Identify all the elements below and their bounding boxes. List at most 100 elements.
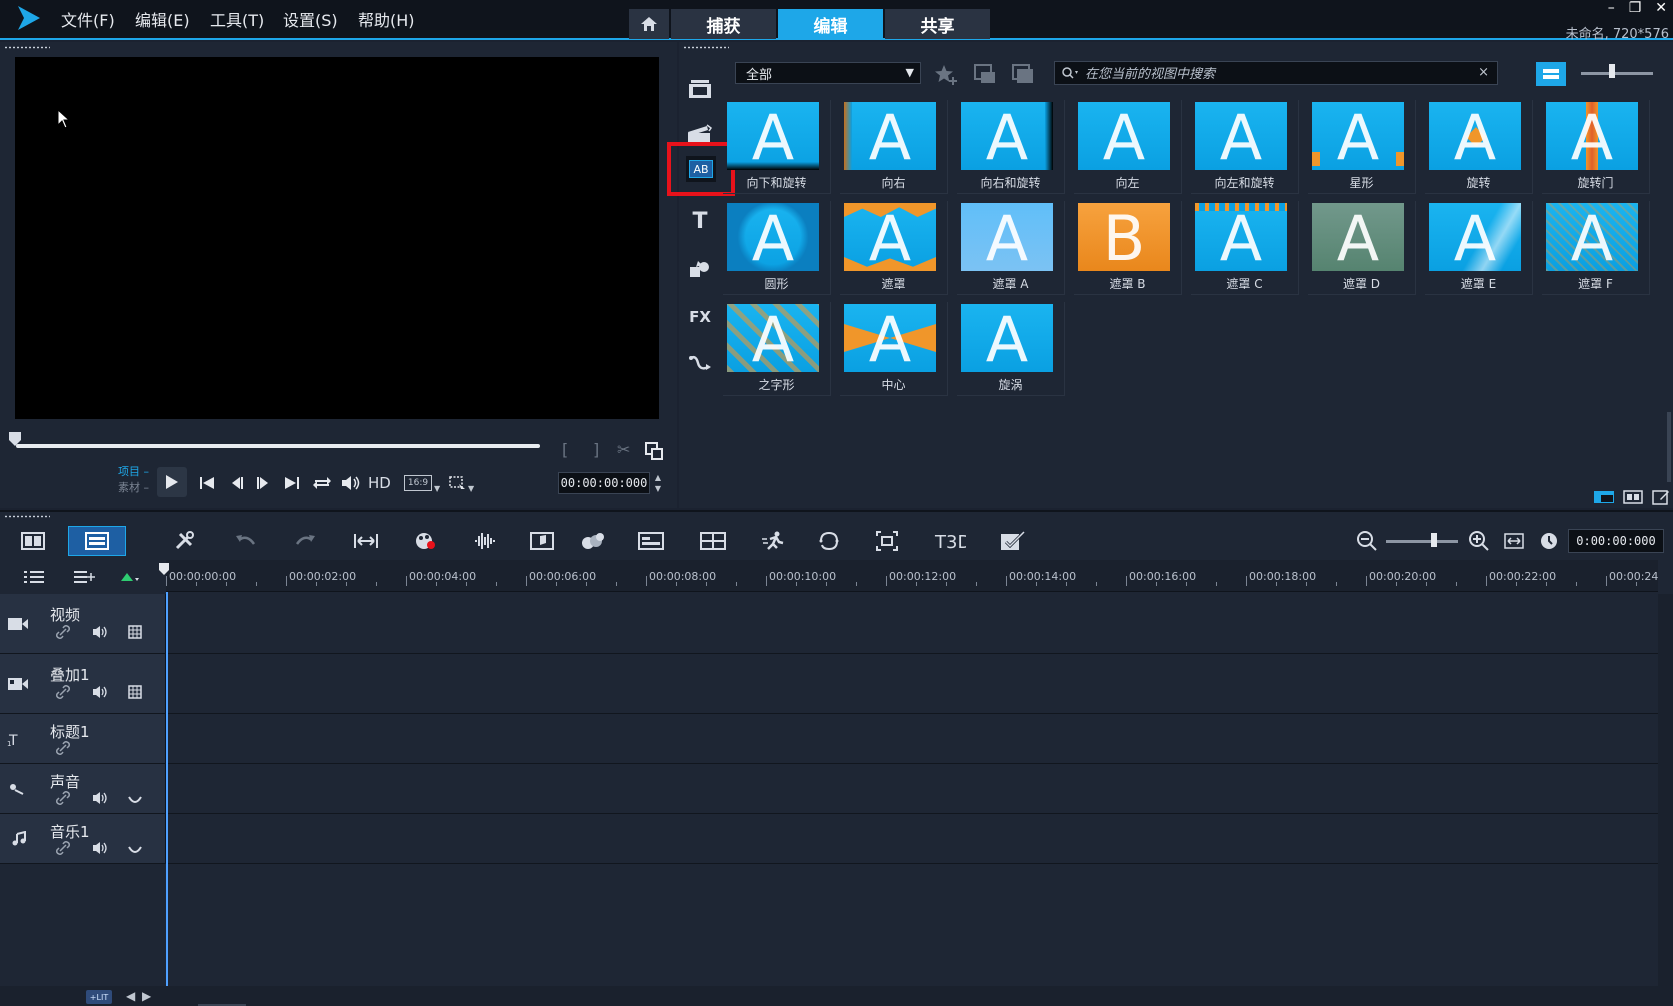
mark-in-button[interactable]: [ <box>562 440 568 459</box>
edit-options-button[interactable] <box>1649 488 1673 506</box>
track-transparency-icon[interactable] <box>126 624 144 640</box>
transition-thumbnail[interactable]: A 圆形 <box>723 201 831 295</box>
show-library-options-button[interactable] <box>1592 488 1616 506</box>
zoom-out-icon[interactable] <box>1356 530 1378 552</box>
motion-tracking-button[interactable] <box>578 528 608 554</box>
transition-thumbnail[interactable]: A 旋转 <box>1425 100 1533 194</box>
fit-timeline-icon[interactable] <box>1503 530 1525 552</box>
panel-grip[interactable] <box>4 515 50 518</box>
mark-out-button[interactable]: ] <box>593 440 599 459</box>
color-correction-button[interactable] <box>411 528 441 554</box>
track-transparency-icon[interactable] <box>126 684 144 700</box>
scroll-left-icon[interactable]: ◀ <box>126 989 135 1003</box>
sound-mixer-button[interactable] <box>470 528 500 554</box>
track-header[interactable]: 声音 <box>0 764 166 813</box>
graphics-category-button[interactable] <box>683 252 717 286</box>
playhead-line[interactable] <box>166 592 168 988</box>
volume-button[interactable] <box>340 474 362 492</box>
transition-thumbnail[interactable]: A 星形 <box>1308 100 1416 194</box>
split-clip-icon[interactable]: ✂ <box>617 440 630 459</box>
playhead-marker[interactable] <box>158 562 170 576</box>
previous-frame-button[interactable] <box>228 474 246 492</box>
enable-ripple-editing-button[interactable] <box>118 568 142 586</box>
timeline-vertical-scrollbar[interactable] <box>1658 594 1673 986</box>
close-button[interactable]: ✕ <box>1655 0 1667 16</box>
link-icon[interactable] <box>54 684 72 700</box>
track-header[interactable]: 音乐1 <box>0 814 166 863</box>
display-mode-icon[interactable] <box>449 476 467 492</box>
audio-ducking-icon[interactable] <box>126 842 144 858</box>
apply-to-all-button[interactable] <box>1009 62 1037 86</box>
auto-music-button[interactable] <box>527 528 557 554</box>
mode-clip[interactable]: 素材 – <box>118 480 149 496</box>
add-chapter-button[interactable] <box>72 568 96 586</box>
menu-settings[interactable]: 设置(S) <box>283 7 338 31</box>
mask-creator-button[interactable] <box>814 528 844 554</box>
time-remapping-button[interactable] <box>759 528 789 554</box>
time-ruler[interactable]: 00:00:00:00 00:00:02:00 00:00:04:00 00:00:0… <box>166 560 1658 592</box>
list-view-button[interactable] <box>1536 62 1566 86</box>
go-to-end-button[interactable] <box>283 474 301 492</box>
transition-thumbnail[interactable]: A 向下和旋转 <box>723 100 831 194</box>
search-input[interactable] <box>1085 64 1465 82</box>
tab-edit[interactable]: 编辑 <box>778 9 883 39</box>
transition-thumbnail[interactable]: A 遮罩 D <box>1308 201 1416 295</box>
subtitle-editor-button[interactable] <box>636 528 666 554</box>
filter-category-button[interactable]: FX <box>683 300 717 334</box>
3d-title-editor-button[interactable]: T3D <box>932 528 968 554</box>
zoom-in-icon[interactable] <box>1468 530 1490 552</box>
transition-thumbnail[interactable]: A 之字形 <box>723 302 831 396</box>
transition-thumbnail[interactable]: A 旋涡 <box>957 302 1065 396</box>
clear-search-button[interactable]: × <box>1478 65 1489 80</box>
enlarge-preview-icon[interactable] <box>645 442 663 460</box>
transition-thumbnail[interactable]: A 向右和旋转 <box>957 100 1065 194</box>
redo-button[interactable] <box>290 528 320 554</box>
track-mute-button[interactable] <box>91 684 109 700</box>
track-header[interactable]: 视频 <box>0 594 166 653</box>
transition-thumbnail[interactable]: A 中心 <box>840 302 948 396</box>
tab-capture[interactable]: 捕获 <box>671 9 776 39</box>
link-icon[interactable] <box>54 740 72 756</box>
scroll-right-icon[interactable]: ▶ <box>142 989 151 1003</box>
menu-help[interactable]: 帮助(H) <box>358 7 415 31</box>
timecode-spinner[interactable]: ▲ ▼ <box>652 472 664 494</box>
transition-thumbnail[interactable]: A 遮罩 <box>840 201 948 295</box>
play-button[interactable] <box>157 467 187 497</box>
track-header[interactable]: 叠加1 <box>0 654 166 713</box>
title-category-button[interactable]: T <box>683 204 717 238</box>
track-lane[interactable] <box>167 714 1658 763</box>
undo-button[interactable] <box>231 528 261 554</box>
transition-thumbnail[interactable]: A 遮罩 E <box>1425 201 1533 295</box>
track-header[interactable]: T 1 标题1 <box>0 714 166 763</box>
media-category-button[interactable] <box>683 72 717 106</box>
audio-ducking-icon[interactable] <box>126 792 144 808</box>
add-track-button[interactable]: +LIT <box>86 990 112 1004</box>
thumbnail-size-slider[interactable] <box>1581 72 1653 75</box>
go-to-start-button[interactable] <box>198 474 216 492</box>
preview-screen[interactable] <box>15 57 659 419</box>
menu-file[interactable]: 文件(F) <box>61 7 115 31</box>
library-scrollbar[interactable] <box>1667 412 1671 482</box>
options-panel-button[interactable] <box>1621 488 1645 506</box>
scrub-bar[interactable] <box>16 444 540 448</box>
menu-edit[interactable]: 编辑(E) <box>135 7 190 31</box>
transition-thumbnail[interactable]: A 遮罩 A <box>957 201 1065 295</box>
zoom-slider-knob[interactable] <box>1431 533 1437 547</box>
transition-thumbnail[interactable]: A 向左 <box>1074 100 1182 194</box>
track-mute-button[interactable] <box>91 624 109 640</box>
transition-thumbnail[interactable]: A 遮罩 C <box>1191 201 1299 295</box>
transition-thumbnail[interactable]: B 遮罩 B <box>1074 201 1182 295</box>
transition-thumbnail[interactable]: A 遮罩 F <box>1542 201 1650 295</box>
repeat-button[interactable] <box>311 474 333 492</box>
hd-toggle[interactable]: HD <box>368 474 391 492</box>
storyboard-view-button[interactable] <box>4 526 62 556</box>
multi-camera-button[interactable] <box>698 528 728 554</box>
aspect-ratio-button[interactable]: 16:9 <box>404 475 432 491</box>
pan-zoom-button[interactable] <box>872 528 902 554</box>
transition-thumbnail[interactable]: A 向左和旋转 <box>1191 100 1299 194</box>
panel-grip[interactable] <box>683 46 729 49</box>
tab-share[interactable]: 共享 <box>885 9 990 39</box>
tab-home[interactable] <box>629 9 669 39</box>
mode-project[interactable]: 项目 – <box>118 464 149 480</box>
split-screen-button[interactable] <box>998 528 1028 554</box>
